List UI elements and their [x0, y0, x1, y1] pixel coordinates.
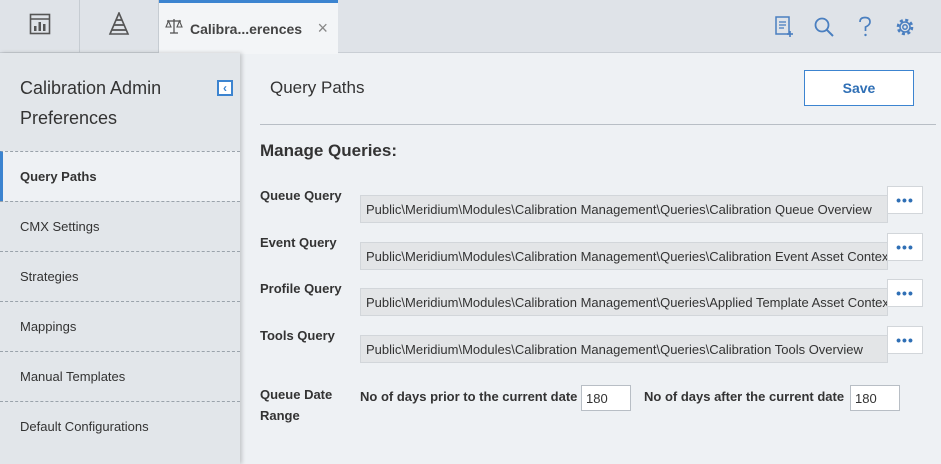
days-after-input[interactable] [850, 385, 900, 411]
event-query-field[interactable]: Public\Meridium\Modules\Calibration Mana… [360, 242, 888, 270]
days-after-label: No of days after the current date [644, 389, 845, 404]
section-title: Manage Queries: [260, 141, 397, 160]
queue-date-range-label: Queue Date Range [260, 387, 333, 423]
help-icon[interactable] [853, 14, 877, 40]
tools-query-field[interactable]: Public\Meridium\Modules\Calibration Mana… [360, 335, 888, 363]
tab-label: Calibra...erences [190, 20, 303, 37]
sidebar-list: Query Paths CMX Settings Strategies Mapp… [0, 151, 240, 451]
sidebar-item-mappings[interactable]: Mappings [0, 301, 240, 351]
tools-query-label: Tools Query [260, 328, 335, 343]
new-document-icon[interactable] [772, 14, 796, 40]
close-icon[interactable]: × [317, 19, 328, 37]
queue-query-field[interactable]: Public\Meridium\Modules\Calibration Mana… [360, 195, 888, 223]
sidebar-item-manual-templates[interactable]: Manual Templates [0, 351, 240, 401]
dashboard-button[interactable] [0, 0, 80, 53]
settings-icon[interactable] [893, 14, 917, 40]
save-button[interactable]: Save [804, 70, 914, 106]
sidebar-item-strategies[interactable]: Strategies [0, 251, 240, 301]
main-content: Query Paths Save Manage Queries: Queue Q… [240, 53, 941, 464]
top-bar: Calibra...erences × [0, 0, 941, 54]
tools-query-browse-button[interactable]: ••• [887, 326, 923, 354]
queue-query-label: Queue Query [260, 188, 342, 203]
profile-query-field[interactable]: Public\Meridium\Modules\Calibration Mana… [360, 288, 888, 316]
days-prior-label: No of days prior to the current date [360, 389, 578, 404]
profile-query-browse-button[interactable]: ••• [887, 279, 923, 307]
collapse-sidebar-button[interactable]: ‹ [217, 80, 233, 96]
event-query-label: Event Query [260, 235, 337, 250]
sidebar-item-cmx-settings[interactable]: CMX Settings [0, 201, 240, 251]
sidebar: Calibration Admin Preferences ‹ Query Pa… [0, 53, 240, 464]
sidebar-item-default-configurations[interactable]: Default Configurations [0, 401, 240, 451]
event-query-browse-button[interactable]: ••• [887, 233, 923, 261]
dashboard-icon [29, 13, 51, 40]
scales-icon [165, 17, 183, 40]
divider [260, 124, 936, 125]
page-title: Query Paths [270, 78, 365, 97]
days-prior-input[interactable] [581, 385, 631, 411]
asset-hierarchy-button[interactable] [80, 0, 159, 53]
asset-hierarchy-icon [107, 10, 131, 41]
sidebar-item-query-paths[interactable]: Query Paths [0, 151, 240, 201]
profile-query-label: Profile Query [260, 281, 342, 296]
queue-query-browse-button[interactable]: ••• [887, 186, 923, 214]
search-icon[interactable] [812, 14, 836, 40]
chevron-left-icon: ‹ [223, 81, 227, 95]
sidebar-title: Calibration Admin Preferences [20, 78, 162, 128]
tab-calibration-preferences[interactable]: Calibra...erences × [159, 0, 338, 54]
